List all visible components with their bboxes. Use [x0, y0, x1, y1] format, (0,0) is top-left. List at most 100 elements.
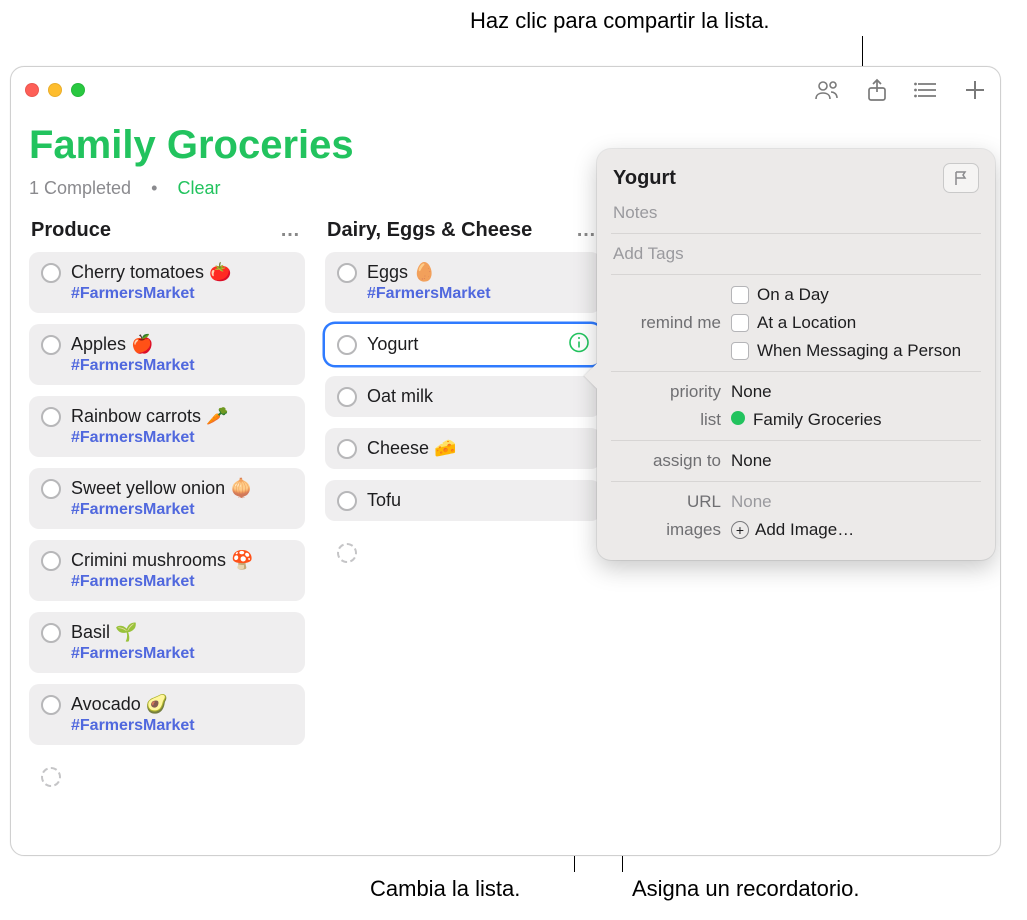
- item-checkbox[interactable]: [41, 695, 61, 715]
- popover-title[interactable]: Yogurt: [613, 167, 676, 190]
- section-title: Produce: [31, 219, 111, 242]
- new-item-placeholder[interactable]: [29, 756, 305, 797]
- item-title: Cheese 🧀: [367, 438, 589, 459]
- list-item[interactable]: Cherry tomatoes 🍅 #FarmersMarket: [29, 252, 305, 313]
- list-item[interactable]: Basil 🌱 #FarmersMarket: [29, 612, 305, 673]
- titlebar: [11, 67, 1000, 113]
- item-title: Sweet yellow onion 🧅: [71, 478, 293, 499]
- remind-location-checkbox[interactable]: [731, 314, 749, 332]
- assign-to-value[interactable]: None: [731, 451, 979, 471]
- item-checkbox-placeholder[interactable]: [41, 767, 61, 787]
- list-item[interactable]: Tofu: [325, 480, 601, 521]
- section-more-button[interactable]: …: [576, 219, 597, 242]
- list-item[interactable]: Avocado 🥑 #FarmersMarket: [29, 684, 305, 745]
- window-minimize-button[interactable]: [48, 83, 62, 97]
- remind-location-label: At a Location: [757, 313, 856, 333]
- view-options-icon[interactable]: [914, 80, 938, 100]
- list-color-dot: [731, 411, 745, 425]
- item-checkbox[interactable]: [337, 439, 357, 459]
- tags-field[interactable]: Add Tags: [613, 240, 979, 268]
- item-checkbox-placeholder[interactable]: [337, 543, 357, 563]
- list-item[interactable]: Rainbow carrots 🥕 #FarmersMarket: [29, 396, 305, 457]
- section-more-button[interactable]: …: [280, 219, 301, 242]
- images-label: images: [613, 520, 721, 540]
- divider: [611, 371, 981, 372]
- item-checkbox[interactable]: [337, 263, 357, 283]
- item-title: Tofu: [367, 490, 589, 511]
- divider: [611, 274, 981, 275]
- app-window: Family Groceries 1 Completed • Clear Pro…: [10, 66, 1001, 856]
- callout-share: Haz clic para compartir la lista.: [470, 8, 770, 34]
- section-title: Dairy, Eggs & Cheese: [327, 219, 532, 242]
- list-item[interactable]: Crimini mushrooms 🍄 #FarmersMarket: [29, 540, 305, 601]
- divider: [611, 481, 981, 482]
- remind-messaging-checkbox[interactable]: [731, 342, 749, 360]
- list-label: list: [613, 410, 721, 430]
- window-zoom-button[interactable]: [71, 83, 85, 97]
- new-reminder-icon[interactable]: [964, 79, 986, 101]
- item-checkbox[interactable]: [41, 551, 61, 571]
- item-checkbox[interactable]: [41, 335, 61, 355]
- item-tag[interactable]: #FarmersMarket: [71, 645, 293, 663]
- list-name: Family Groceries: [753, 410, 881, 429]
- item-title: Oat milk: [367, 386, 589, 407]
- item-checkbox[interactable]: [41, 623, 61, 643]
- item-checkbox[interactable]: [41, 479, 61, 499]
- section-produce: Produce … Cherry tomatoes 🍅 #FarmersMark…: [29, 217, 305, 808]
- new-item-placeholder[interactable]: [325, 532, 601, 573]
- item-title: Cherry tomatoes 🍅: [71, 262, 293, 283]
- item-title: Rainbow carrots 🥕: [71, 406, 293, 427]
- window-close-button[interactable]: [25, 83, 39, 97]
- url-label: URL: [613, 492, 721, 512]
- assign-to-label: assign to: [613, 451, 721, 471]
- remind-day-checkbox[interactable]: [731, 286, 749, 304]
- section-header: Produce …: [29, 217, 305, 252]
- item-tag[interactable]: #FarmersMarket: [71, 573, 293, 591]
- item-title: Apples 🍎: [71, 334, 293, 355]
- url-value[interactable]: None: [731, 492, 979, 512]
- flag-button[interactable]: [943, 163, 979, 193]
- remind-messaging-label: When Messaging a Person: [757, 341, 961, 361]
- item-tag[interactable]: #FarmersMarket: [71, 357, 293, 375]
- notes-field[interactable]: Notes: [613, 199, 979, 227]
- priority-label: priority: [613, 382, 721, 402]
- priority-value[interactable]: None: [731, 382, 979, 402]
- clear-button[interactable]: Clear: [177, 178, 220, 198]
- remind-day-label: On a Day: [757, 285, 829, 305]
- item-title: Yogurt: [367, 334, 589, 355]
- list-value[interactable]: Family Groceries: [731, 410, 979, 430]
- list-item-selected[interactable]: Yogurt: [325, 324, 601, 365]
- item-checkbox[interactable]: [337, 491, 357, 511]
- item-tag[interactable]: #FarmersMarket: [71, 717, 293, 735]
- plus-icon: +: [731, 521, 749, 539]
- collaborate-icon[interactable]: [814, 79, 840, 101]
- item-checkbox[interactable]: [41, 407, 61, 427]
- list-item[interactable]: Eggs 🥚 #FarmersMarket: [325, 252, 601, 313]
- section-dairy: Dairy, Eggs & Cheese … Eggs 🥚 #FarmersMa…: [325, 217, 601, 808]
- completed-count: 1 Completed: [29, 178, 131, 198]
- list-item[interactable]: Sweet yellow onion 🧅 #FarmersMarket: [29, 468, 305, 529]
- list-item[interactable]: Apples 🍎 #FarmersMarket: [29, 324, 305, 385]
- item-checkbox[interactable]: [337, 335, 357, 355]
- item-tag[interactable]: #FarmersMarket: [71, 285, 293, 303]
- add-image-button[interactable]: + Add Image…: [731, 520, 979, 540]
- item-tag[interactable]: #FarmersMarket: [71, 501, 293, 519]
- reminder-detail-popover: Yogurt Notes Add Tags remind me On a Day: [597, 149, 995, 560]
- list-item[interactable]: Cheese 🧀: [325, 428, 601, 469]
- item-title: Avocado 🥑: [71, 694, 293, 715]
- share-icon[interactable]: [866, 78, 888, 102]
- item-checkbox[interactable]: [337, 387, 357, 407]
- divider: [611, 233, 981, 234]
- window-controls: [25, 83, 85, 97]
- item-title: Basil 🌱: [71, 622, 293, 643]
- callout-assign: Asigna un recordatorio.: [632, 876, 859, 902]
- item-info-button[interactable]: [569, 332, 589, 357]
- remind-me-label: remind me: [613, 313, 721, 333]
- item-checkbox[interactable]: [41, 263, 61, 283]
- callout-change-list: Cambia la lista.: [370, 876, 520, 902]
- item-title: Crimini mushrooms 🍄: [71, 550, 293, 571]
- item-tag[interactable]: #FarmersMarket: [367, 285, 589, 303]
- item-tag[interactable]: #FarmersMarket: [71, 429, 293, 447]
- divider: [611, 440, 981, 441]
- list-item[interactable]: Oat milk: [325, 376, 601, 417]
